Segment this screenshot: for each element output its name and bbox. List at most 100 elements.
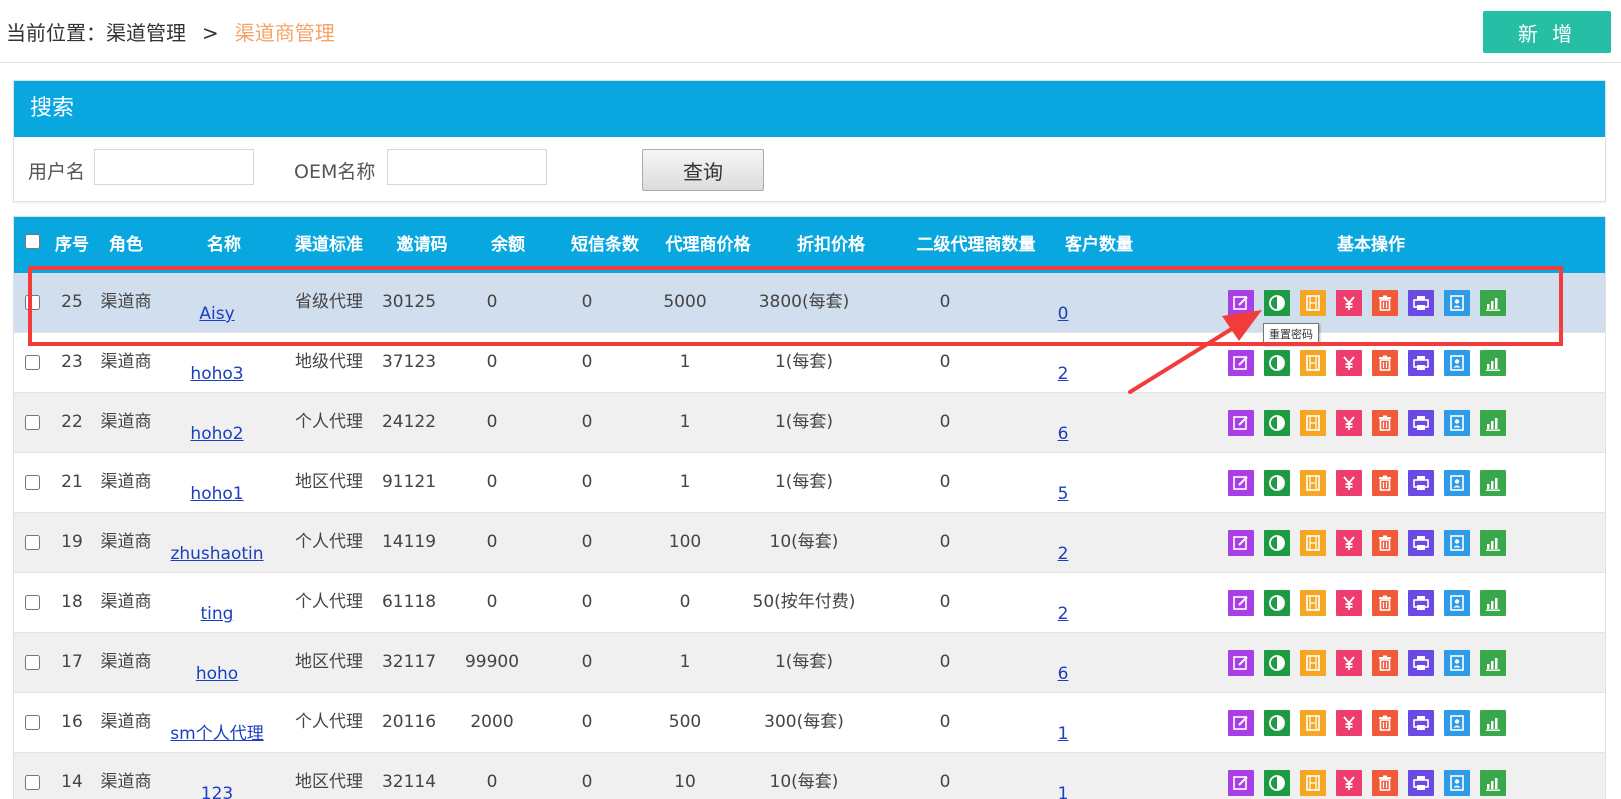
trash-icon[interactable] [1372, 710, 1398, 736]
edit-icon[interactable] [1228, 650, 1254, 676]
table-row[interactable]: 19 渠道商 zhushaotin 个人代理 14119 0 0 100 10(每套) 0 2 [14, 513, 1605, 573]
yen-icon[interactable] [1336, 530, 1362, 556]
reset-password-icon[interactable] [1264, 530, 1290, 556]
edit-icon[interactable] [1228, 770, 1254, 796]
table-row[interactable]: 16 渠道商 sm个人代理 个人代理 20116 2000 0 500 300(每套) 0 1 [14, 693, 1605, 753]
reset-password-icon[interactable] [1264, 590, 1290, 616]
print-icon[interactable] [1408, 290, 1434, 316]
bar-chart-icon[interactable] [1480, 590, 1506, 616]
trash-icon[interactable] [1372, 410, 1398, 436]
print-icon[interactable] [1408, 350, 1434, 376]
table-body: 25 渠道商 Aisy 省级代理 30125 0 0 5000 3800(每套) 0 0 23 渠道商 h… [14, 273, 1605, 799]
edit-icon[interactable] [1228, 410, 1254, 436]
trash-icon[interactable] [1372, 590, 1398, 616]
table-row[interactable]: 21 渠道商 hoho1 地区代理 91121 0 0 1 1(每套) 0 5 [14, 453, 1605, 513]
film-icon[interactable] [1300, 770, 1326, 796]
yen-icon[interactable] [1336, 410, 1362, 436]
cell-customer-count-link[interactable]: 1 [1058, 753, 1069, 799]
contact-icon[interactable] [1444, 650, 1470, 676]
yen-icon[interactable] [1336, 590, 1362, 616]
film-icon[interactable] [1300, 410, 1326, 436]
yen-icon[interactable] [1336, 650, 1362, 676]
film-icon[interactable] [1300, 590, 1326, 616]
reset-password-icon[interactable] [1264, 650, 1290, 676]
table-row[interactable]: 25 渠道商 Aisy 省级代理 30125 0 0 5000 3800(每套) 0 0 [14, 273, 1605, 333]
bar-chart-icon[interactable] [1480, 290, 1506, 316]
contact-icon[interactable] [1444, 350, 1470, 376]
bar-chart-icon[interactable] [1480, 410, 1506, 436]
trash-icon[interactable] [1372, 770, 1398, 796]
edit-icon[interactable] [1228, 590, 1254, 616]
bar-chart-icon[interactable] [1480, 650, 1506, 676]
trash-icon[interactable] [1372, 290, 1398, 316]
bar-chart-icon[interactable] [1480, 530, 1506, 556]
cell-name-link[interactable]: 123 [201, 753, 233, 799]
film-icon[interactable] [1300, 290, 1326, 316]
row-checkbox[interactable] [25, 535, 40, 550]
row-checkbox[interactable] [25, 715, 40, 730]
bar-chart-icon[interactable] [1480, 710, 1506, 736]
table-row[interactable]: 22 渠道商 hoho2 个人代理 24122 0 0 1 1(每套) 0 6 [14, 393, 1605, 453]
contact-icon[interactable] [1444, 590, 1470, 616]
film-icon[interactable] [1300, 650, 1326, 676]
query-button[interactable]: 查询 [642, 149, 764, 191]
film-icon[interactable] [1300, 710, 1326, 736]
print-icon[interactable] [1408, 650, 1434, 676]
edit-icon[interactable] [1228, 290, 1254, 316]
row-checkbox[interactable] [25, 415, 40, 430]
trash-icon[interactable] [1372, 650, 1398, 676]
oem-name-input[interactable] [387, 149, 547, 185]
table-row[interactable]: 23 渠道商 hoho3 地级代理 37123 0 0 1 1(每套) 0 2 [14, 333, 1605, 393]
print-icon[interactable] [1408, 410, 1434, 436]
trash-icon[interactable] [1372, 530, 1398, 556]
contact-icon[interactable] [1444, 710, 1470, 736]
yen-icon[interactable] [1336, 710, 1362, 736]
print-icon[interactable] [1408, 710, 1434, 736]
contact-icon[interactable] [1444, 410, 1470, 436]
film-icon[interactable] [1300, 350, 1326, 376]
yen-icon[interactable] [1336, 470, 1362, 496]
edit-icon[interactable] [1228, 710, 1254, 736]
table-row[interactable]: 18 渠道商 ting 个人代理 61118 0 0 0 50(按年付费) 0 2 [14, 573, 1605, 633]
add-button[interactable]: 新 增 [1483, 11, 1611, 53]
bar-chart-icon[interactable] [1480, 470, 1506, 496]
trash-icon[interactable] [1372, 470, 1398, 496]
edit-icon[interactable] [1228, 470, 1254, 496]
table-row[interactable]: 17 渠道商 hoho 地区代理 32117 99900 0 1 1(每套) 0 6 [14, 633, 1605, 693]
trash-icon[interactable] [1372, 350, 1398, 376]
yen-icon[interactable] [1336, 290, 1362, 316]
row-checkbox[interactable] [25, 295, 40, 310]
print-icon[interactable] [1408, 590, 1434, 616]
reset-password-icon[interactable] [1264, 290, 1290, 316]
row-checkbox[interactable] [25, 775, 40, 790]
print-icon[interactable] [1408, 470, 1434, 496]
table-row[interactable]: 14 渠道商 123 地区代理 32114 0 0 10 10(每套) 0 1 [14, 753, 1605, 799]
contact-icon[interactable] [1444, 530, 1470, 556]
breadcrumb-parent[interactable]: 渠道管理 [106, 21, 186, 45]
print-icon[interactable] [1408, 770, 1434, 796]
row-checkbox[interactable] [25, 595, 40, 610]
yen-icon[interactable] [1336, 770, 1362, 796]
bar-chart-icon[interactable] [1480, 350, 1506, 376]
print-icon[interactable] [1408, 530, 1434, 556]
contact-icon[interactable] [1444, 770, 1470, 796]
bar-chart-icon[interactable] [1480, 770, 1506, 796]
contact-icon[interactable] [1444, 290, 1470, 316]
film-icon[interactable] [1300, 530, 1326, 556]
row-checkbox[interactable] [25, 355, 40, 370]
reset-password-icon[interactable] [1264, 410, 1290, 436]
select-all-checkbox[interactable] [25, 234, 40, 249]
film-icon[interactable] [1300, 470, 1326, 496]
yen-icon[interactable] [1336, 350, 1362, 376]
username-input[interactable] [94, 149, 254, 185]
edit-icon[interactable] [1228, 530, 1254, 556]
row-checkbox[interactable] [25, 655, 40, 670]
cell-agent-price: 500 [668, 712, 702, 732]
contact-icon[interactable] [1444, 470, 1470, 496]
reset-password-icon[interactable] [1264, 710, 1290, 736]
reset-password-icon[interactable] [1264, 470, 1290, 496]
row-checkbox[interactable] [25, 475, 40, 490]
edit-icon[interactable] [1228, 350, 1254, 376]
reset-password-icon[interactable] [1264, 350, 1290, 376]
reset-password-icon[interactable] [1264, 770, 1290, 796]
